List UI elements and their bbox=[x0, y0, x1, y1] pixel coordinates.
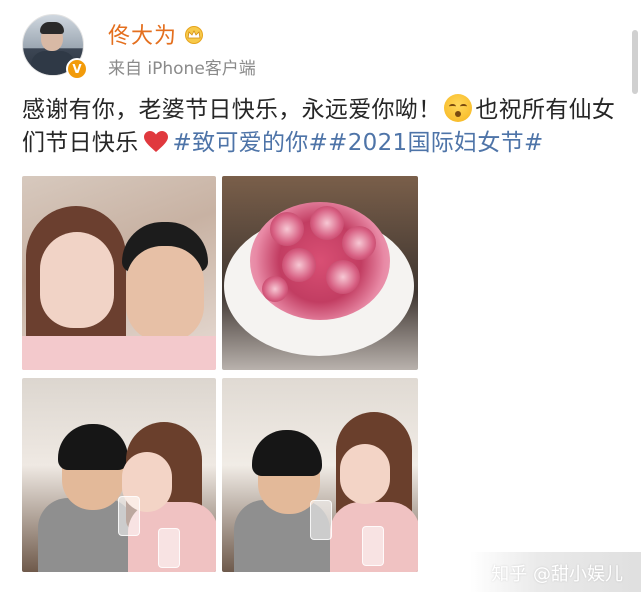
photo-couple-selfie[interactable] bbox=[22, 176, 216, 370]
avatar[interactable]: V bbox=[22, 14, 88, 80]
username-text[interactable]: 佟大为 bbox=[108, 24, 177, 49]
photo-couple-toast[interactable] bbox=[222, 378, 418, 572]
post-text-part1: 感谢有你，老婆节日快乐，永远爱你呦！ bbox=[22, 97, 442, 123]
watermark: 知乎 @甜小娱儿 bbox=[491, 564, 623, 585]
red-heart-icon bbox=[143, 131, 168, 152]
hashtag-link[interactable]: #致可爱的你##2021国际妇女节# bbox=[173, 130, 544, 156]
crown-icon bbox=[185, 26, 204, 44]
scrollbar[interactable] bbox=[632, 30, 638, 94]
post-text: 感谢有你，老婆节日快乐，永远爱你呦！ 也祝所有仙女们节日快乐 #致可爱的你##20… bbox=[22, 94, 622, 160]
post-header: V 佟大为 来自 iPhone客户端 bbox=[22, 14, 622, 80]
post-source: 来自 iPhone客户端 bbox=[108, 59, 256, 79]
photo-couple-kiss[interactable] bbox=[22, 378, 216, 572]
username[interactable]: 佟大为 bbox=[108, 18, 205, 50]
smiling-face-icon bbox=[444, 94, 473, 122]
verified-badge-icon: V bbox=[66, 58, 88, 80]
photo-floral-cake[interactable] bbox=[222, 176, 418, 370]
